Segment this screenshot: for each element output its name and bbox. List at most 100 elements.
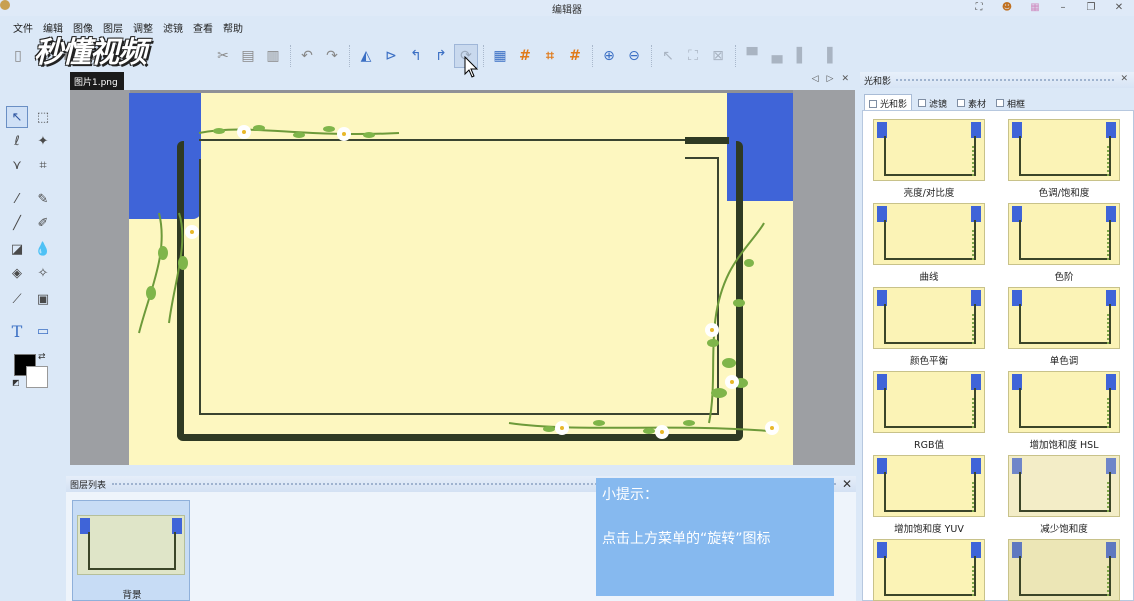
tab-next-icon[interactable]: ▷	[827, 74, 834, 84]
blur-icon[interactable]: 💧	[32, 238, 54, 260]
daisy-flower	[727, 377, 737, 387]
panel-close-icon[interactable]: ✕	[1120, 74, 1128, 84]
align-top-icon[interactable]: ▀	[740, 44, 764, 68]
daisy-flower	[707, 325, 717, 335]
toolbar-separator	[290, 45, 291, 67]
crop-tool-icon[interactable]: ⌗	[32, 154, 54, 176]
effect-thumbnail	[1008, 287, 1120, 349]
undo-icon[interactable]: ↶	[295, 44, 319, 68]
effect-thumbnail	[1008, 539, 1120, 601]
effect-thumbnail	[873, 371, 985, 433]
fit-window-icon[interactable]: ⛶	[681, 44, 705, 68]
layer-name: 背景	[122, 590, 142, 601]
effects-grid: 亮度/对比度 色调/饱和度 曲线 色阶 颜色平衡 单色调 RGB值 增加饱和度	[862, 110, 1134, 601]
daisy-flower	[767, 423, 777, 433]
cut-icon[interactable]: ✂	[211, 44, 235, 68]
skin-icon[interactable]: ☻	[1000, 0, 1014, 14]
effect-thumbnail	[873, 119, 985, 181]
image-canvas[interactable]	[129, 93, 793, 465]
window-controls: ⛶ ☻ ▦ – ❐ ✕	[972, 0, 1126, 14]
select-tool-icon[interactable]: ↖	[6, 106, 28, 128]
tab-icon	[996, 99, 1005, 107]
close-icon[interactable]: ✕	[1112, 0, 1126, 14]
effect-thumbnail	[873, 455, 985, 517]
theme-icon[interactable]: ▦	[1028, 0, 1042, 14]
redo-icon[interactable]: ↷	[320, 44, 344, 68]
line-tool-icon[interactable]: ╱	[6, 212, 28, 234]
layers-close-icon[interactable]: ✕	[842, 477, 852, 491]
magic-wand-icon[interactable]: ✦	[32, 130, 54, 152]
effects-panel-header: 光和影 ✕	[860, 72, 1134, 88]
grid-icon[interactable]: ▦	[488, 44, 512, 68]
align-left-icon[interactable]: ▌	[790, 44, 814, 68]
swap-colors-icon[interactable]: ⇄	[38, 352, 46, 362]
effect-thumbnail	[873, 287, 985, 349]
toolbar-separator	[349, 45, 350, 67]
polygon-lasso-icon[interactable]: ⋎	[6, 154, 28, 176]
layer-item[interactable]: 背景	[72, 500, 190, 601]
align-bottom-icon[interactable]: ▄	[765, 44, 789, 68]
toolbar-separator	[651, 45, 652, 67]
document-tab[interactable]: 图片1.png	[70, 72, 124, 90]
text-tool-icon[interactable]: T	[6, 320, 28, 342]
pencil-icon[interactable]: ✎	[32, 188, 54, 210]
menu-help[interactable]: 帮助	[218, 18, 248, 36]
canvas-margin-right	[793, 90, 855, 465]
tab-icon	[918, 99, 927, 107]
effect-thumbnail	[873, 539, 985, 601]
effects-panel: 光和影 ✕ 光和影 滤镜 素材 相框 亮度/对比度 色调/饱和度 曲线 色阶 颜…	[860, 72, 1134, 601]
rectangle-tool-icon[interactable]: ▭	[32, 320, 54, 342]
effect-thumbnail	[1008, 455, 1120, 517]
fullscreen-icon[interactable]: ⛶	[972, 0, 986, 14]
actual-size-icon[interactable]: ⊠	[706, 44, 730, 68]
fill-bucket-icon[interactable]: ◈	[6, 262, 28, 284]
zoom-out-icon[interactable]: ⊖	[622, 44, 646, 68]
rotate-left-icon[interactable]: ↰	[404, 44, 428, 68]
resize-icon[interactable]: #	[563, 44, 587, 68]
smudge-icon[interactable]: ⟋	[6, 288, 28, 310]
new-file-icon[interactable]: ▯	[6, 44, 30, 68]
effects-panel-title: 光和影	[864, 77, 892, 87]
flip-horizontal-icon[interactable]: ◭	[354, 44, 378, 68]
tab-prev-icon[interactable]: ◁	[812, 74, 819, 84]
daisy-flower	[239, 127, 249, 137]
zoom-in-icon[interactable]: ⊕	[597, 44, 621, 68]
maximize-icon[interactable]: ❐	[1084, 0, 1098, 14]
clone-stamp-icon[interactable]: ▣	[32, 288, 54, 310]
align-right-icon[interactable]: ▐	[815, 44, 839, 68]
document-nav: ◁ ▷ ✕	[812, 74, 849, 84]
copy-icon[interactable]: ▤	[236, 44, 260, 68]
watermark-logo: 秒懂视频	[34, 35, 147, 69]
daisy-flower	[657, 427, 667, 437]
background-color-swatch[interactable]	[26, 366, 48, 388]
menu-view[interactable]: 查看	[188, 18, 218, 36]
tip-overlay: 小提示： 点击上方菜单的“旋转”图标	[596, 478, 834, 596]
panel-grip[interactable]	[896, 79, 1114, 81]
menu-filter[interactable]: 滤镜	[158, 18, 188, 36]
paste-icon[interactable]: ▥	[261, 44, 285, 68]
layer-thumbnail	[77, 515, 185, 575]
effect-thumbnail	[1008, 371, 1120, 433]
marquee-tool-icon[interactable]: ⬚	[32, 106, 54, 128]
tab-close-icon[interactable]: ✕	[841, 74, 849, 84]
rotate-right-icon[interactable]: ↱	[429, 44, 453, 68]
canvas-area[interactable]	[70, 90, 855, 465]
reset-colors-icon[interactable]: ◩	[12, 378, 20, 387]
brush-icon[interactable]: ✐	[32, 212, 54, 234]
minimize-icon[interactable]: –	[1056, 0, 1070, 14]
tab-icon	[957, 99, 966, 107]
flip-vertical-icon[interactable]: ⊳	[379, 44, 403, 68]
color-replace-icon[interactable]: ✧	[32, 262, 54, 284]
pointer-icon[interactable]: ↖	[656, 44, 680, 68]
crop-grid-icon[interactable]: #	[513, 44, 537, 68]
toolbar-separator	[483, 45, 484, 67]
eraser-icon[interactable]: ◪	[6, 238, 28, 260]
menu-bar: 文件 编辑 图像 图层 调整 滤镜 查看 帮助	[0, 18, 1134, 36]
document-tab-bar: 图片1.png ◁ ▷ ✕	[70, 72, 855, 90]
tools-panel: ↖ ⬚ ℓ ✦ ⋎ ⌗ ⁄ ✎ ╱ ✐ ◪ 💧 ◈ ✧ ⟋ ▣ T ▭ ⇄ ◩	[0, 96, 62, 396]
tip-body: 点击上方菜单的“旋转”图标	[602, 531, 771, 547]
lasso-tool-icon[interactable]: ℓ	[6, 130, 28, 152]
eyedropper-icon[interactable]: ⁄	[6, 188, 28, 210]
effect-thumbnail	[1008, 203, 1120, 265]
canvas-size-icon[interactable]: ⌗	[538, 44, 562, 68]
